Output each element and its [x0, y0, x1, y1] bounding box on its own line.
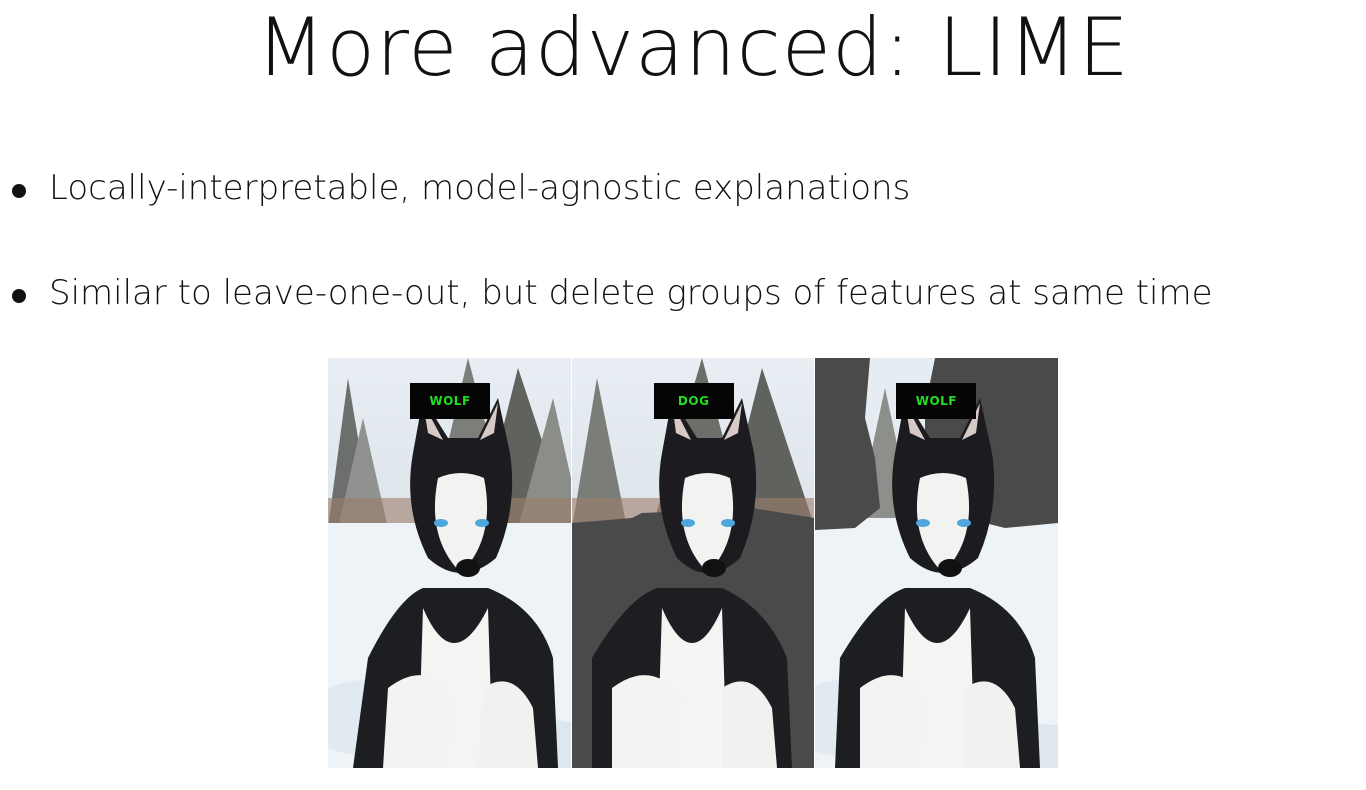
husky-photo-partial — [815, 358, 1059, 768]
prediction-label-text: WOLF — [915, 394, 957, 408]
husky-photo-masked — [571, 358, 815, 768]
prediction-label: WOLF — [410, 383, 490, 419]
prediction-label-text: WOLF — [429, 394, 471, 408]
bullet-text: Locally-interpretable, model-agnostic ex… — [49, 168, 911, 208]
bullet-dot-icon — [12, 289, 26, 303]
husky-photo — [328, 358, 571, 768]
bullet-text: Similar to leave-one-out, but delete gro… — [49, 273, 1213, 313]
husky-panel-original: WOLF — [328, 358, 571, 768]
prediction-label: DOG — [653, 383, 734, 419]
husky-panel-background-masked: DOG — [571, 358, 815, 768]
prediction-label-text: DOG — [677, 394, 710, 408]
slide-title: More advanced: LIME — [256, 1, 1130, 94]
husky-panel-partial-mask: WOLF — [815, 358, 1059, 768]
bullet-dot-icon — [12, 184, 26, 198]
lime-figure: WOLF DOG WOLF — [328, 358, 1059, 768]
slide: More advanced: LIME Locally-interpretabl… — [0, 0, 1366, 790]
prediction-label: WOLF — [896, 383, 977, 419]
